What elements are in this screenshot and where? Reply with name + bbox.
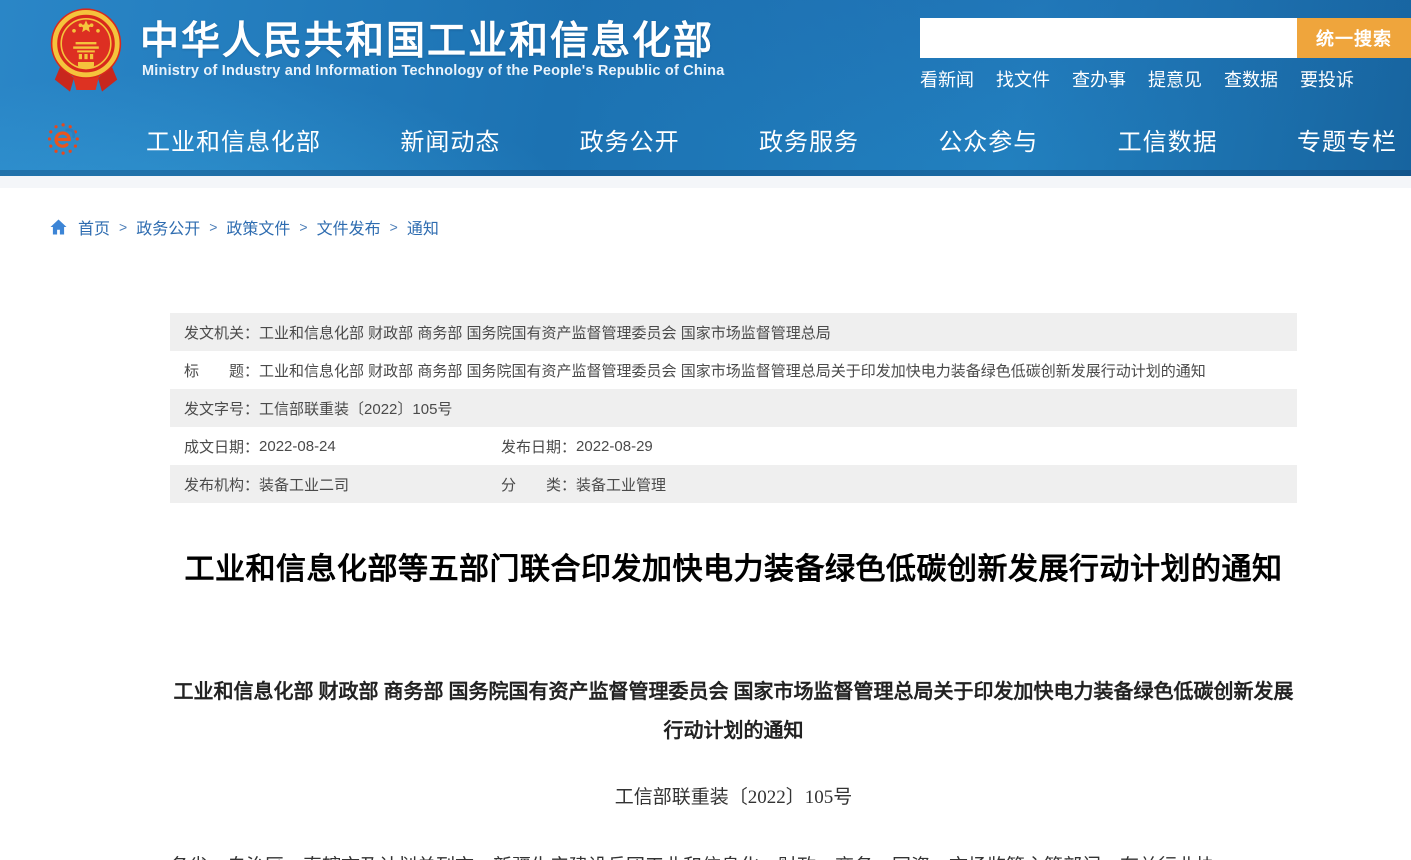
meta-label: 标 题：	[184, 360, 259, 381]
nav-item-miit[interactable]: 工业和信息化部	[146, 122, 321, 157]
meta-value: 工业和信息化部 财政部 商务部 国务院国有资产监督管理委员会 国家市场监督管理总…	[259, 322, 831, 343]
meta-label: 发文机关：	[184, 322, 259, 343]
meta-row-issuing-authority: 发文机关： 工业和信息化部 财政部 商务部 国务院国有资产监督管理委员会 国家市…	[170, 313, 1297, 351]
document-body-text: 各省、自治区、直辖市及计划单列市、新疆生产建设兵团工业和信息化、财政、商务、国资…	[170, 852, 1297, 860]
site-header: 中华人民共和国工业和信息化部 Ministry of Industry and …	[0, 0, 1411, 176]
meta-row-dates: 成文日期： 2022-08-24 发布日期： 2022-08-29	[170, 427, 1297, 465]
meta-value: 装备工业二司	[259, 474, 501, 495]
breadcrumb-home[interactable]: 首页	[78, 215, 110, 239]
search-area: 统一搜索	[920, 18, 1411, 58]
unified-search-button[interactable]: 统一搜索	[1297, 18, 1411, 58]
breadcrumb-separator: >	[119, 219, 127, 235]
home-icon[interactable]	[50, 219, 67, 235]
document-meta-table: 发文机关： 工业和信息化部 财政部 商务部 国务院国有资产监督管理委员会 国家市…	[170, 313, 1297, 503]
site-title: 中华人民共和国工业和信息化部	[140, 10, 714, 66]
breadcrumb-policy-documents[interactable]: 政策文件	[226, 215, 290, 239]
nav-item-public-participation[interactable]: 公众参与	[938, 122, 1038, 157]
breadcrumb: 首页 > 政务公开 > 政策文件 > 文件发布 > 通知	[50, 215, 1411, 239]
nav-item-news[interactable]: 新闻动态	[400, 122, 500, 157]
meta-value: 工业和信息化部 财政部 商务部 国务院国有资产监督管理委员会 国家市场监督管理总…	[259, 360, 1206, 381]
breadcrumb-separator: >	[209, 219, 217, 235]
document-number: 工信部联重装〔2022〕105号	[170, 782, 1297, 809]
meta-row-title: 标 题： 工业和信息化部 财政部 商务部 国务院国有资产监督管理委员会 国家市场…	[170, 351, 1297, 389]
header-shadow-band	[0, 176, 1411, 188]
quick-link-services[interactable]: 查办事	[1072, 66, 1126, 92]
breadcrumb-document-release[interactable]: 文件发布	[317, 215, 381, 239]
meta-value: 2022-08-29	[576, 438, 653, 455]
quick-link-complaints[interactable]: 要投诉	[1300, 66, 1354, 92]
search-input[interactable]	[920, 18, 1297, 58]
quick-links: 看新闻 找文件 查办事 提意见 查数据 要投诉	[920, 66, 1354, 92]
quick-link-news[interactable]: 看新闻	[920, 66, 974, 92]
meta-row-publisher-category: 发布机构： 装备工业二司 分 类： 装备工业管理	[170, 465, 1297, 503]
meta-label: 发文字号：	[184, 398, 259, 419]
nav-item-gov-disclosure[interactable]: 政务公开	[580, 122, 680, 157]
meta-value: 工信部联重装〔2022〕105号	[259, 398, 452, 419]
national-emblem-icon	[46, 5, 126, 100]
page-title: 工业和信息化部等五部门联合印发加快电力装备绿色低碳创新发展行动计划的通知	[170, 544, 1297, 588]
main-nav: 工业和信息化部 新闻动态 政务公开 政务服务 公众参与 工信数据 专题专栏	[0, 108, 1411, 170]
document-heading: 工业和信息化部 财政部 商务部 国务院国有资产监督管理委员会 国家市场监督管理总…	[170, 673, 1297, 751]
meta-row-document-number: 发文字号： 工信部联重装〔2022〕105号	[170, 389, 1297, 427]
breadcrumb-separator: >	[299, 219, 307, 235]
breadcrumb-separator: >	[390, 219, 398, 235]
breadcrumb-gov-disclosure[interactable]: 政务公开	[136, 215, 200, 239]
meta-label: 成文日期：	[184, 436, 259, 457]
quick-link-data[interactable]: 查数据	[1224, 66, 1278, 92]
nav-item-gov-services[interactable]: 政务服务	[759, 122, 859, 157]
nav-item-special-topics[interactable]: 专题专栏	[1297, 122, 1397, 157]
quick-link-documents[interactable]: 找文件	[996, 66, 1050, 92]
meta-label: 分 类：	[501, 474, 576, 495]
miit-swirl-logo-icon	[48, 122, 82, 156]
meta-value: 装备工业管理	[576, 474, 666, 495]
meta-label: 发布机构：	[184, 474, 259, 495]
site-subtitle: Ministry of Industry and Information Tec…	[142, 63, 725, 79]
meta-value: 2022-08-24	[259, 438, 501, 455]
meta-label: 发布日期：	[501, 436, 576, 457]
nav-item-miit-data[interactable]: 工信数据	[1118, 122, 1218, 157]
breadcrumb-notice[interactable]: 通知	[407, 215, 439, 239]
nav-items: 工业和信息化部 新闻动态 政务公开 政务服务 公众参与 工信数据 专题专栏	[146, 122, 1397, 157]
quick-link-suggestions[interactable]: 提意见	[1148, 66, 1202, 92]
